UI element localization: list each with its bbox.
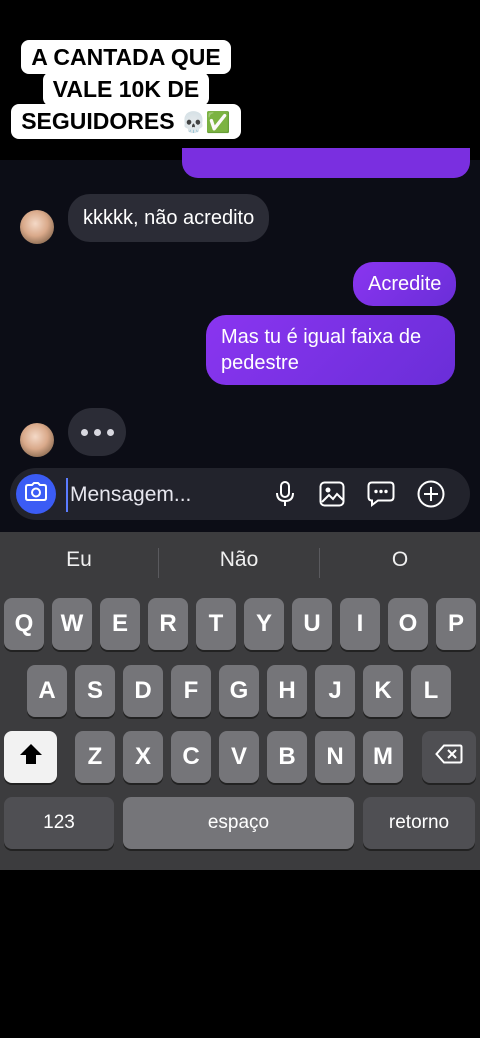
suggestion-bar: Eu Não O: [0, 532, 480, 592]
typing-indicator: [68, 408, 126, 456]
key-h[interactable]: H: [267, 665, 307, 717]
suggestion-2[interactable]: Não: [160, 548, 318, 572]
camera-button[interactable]: [16, 474, 56, 514]
key-u[interactable]: U: [292, 598, 332, 650]
backspace-icon: [435, 744, 463, 770]
key-d[interactable]: D: [123, 665, 163, 717]
suggestion-divider: [158, 548, 159, 578]
chat-thread[interactable]: kkkkk, não acredito Acredite Mas tu é ig…: [0, 148, 480, 532]
caption-emojis: 💀✅: [180, 110, 231, 134]
key-y[interactable]: Y: [244, 598, 284, 650]
suggestion-3[interactable]: O: [321, 548, 479, 572]
plus-icon[interactable]: [417, 480, 445, 508]
outgoing-message[interactable]: Mas tu é igual faixa de pedestre: [206, 315, 455, 385]
caption-line-3: SEGUIDORES 💀✅: [11, 104, 241, 139]
key-w[interactable]: W: [52, 598, 92, 650]
caption-line-1: A CANTADA QUE: [21, 40, 231, 74]
key-q[interactable]: Q: [4, 598, 44, 650]
key-f[interactable]: F: [171, 665, 211, 717]
video-caption: A CANTADA QUE VALE 10K DE SEGUIDORES 💀✅: [10, 40, 242, 139]
key-z[interactable]: Z: [75, 731, 115, 783]
outgoing-message[interactable]: Acredite: [353, 262, 457, 306]
key-s[interactable]: S: [75, 665, 115, 717]
key-k[interactable]: K: [363, 665, 403, 717]
key-i[interactable]: I: [340, 598, 380, 650]
key-x[interactable]: X: [123, 731, 163, 783]
camera-icon: [25, 481, 47, 507]
contact-avatar[interactable]: [20, 423, 54, 457]
contact-avatar[interactable]: [20, 210, 54, 244]
key-b[interactable]: B: [267, 731, 307, 783]
typing-dot: [80, 428, 88, 436]
space-key[interactable]: espaço: [123, 797, 354, 849]
key-v[interactable]: V: [219, 731, 259, 783]
incoming-message[interactable]: kkkkk, não acredito: [68, 194, 270, 242]
key-j[interactable]: J: [315, 665, 355, 717]
key-o[interactable]: O: [388, 598, 428, 650]
key-n[interactable]: N: [315, 731, 355, 783]
typing-dot: [93, 428, 101, 436]
key-g[interactable]: G: [219, 665, 259, 717]
numbers-key[interactable]: 123: [4, 797, 114, 849]
previous-outgoing-bubble: [182, 148, 470, 178]
message-composer: [10, 468, 470, 520]
bottom-black-area: [0, 870, 480, 1038]
return-key[interactable]: retorno: [363, 797, 475, 849]
sticker-icon[interactable]: [367, 480, 395, 508]
key-r[interactable]: R: [148, 598, 188, 650]
caption-line-3-text: SEGUIDORES: [21, 108, 175, 134]
shift-key[interactable]: [4, 731, 57, 783]
on-screen-keyboard: Eu Não O Q W E R T Y U I O P A S D F G H…: [0, 532, 480, 870]
typing-dot: [106, 428, 114, 436]
key-p[interactable]: P: [436, 598, 476, 650]
caption-line-2: VALE 10K DE: [42, 72, 210, 106]
backspace-key[interactable]: [422, 731, 476, 783]
suggestion-1[interactable]: Eu: [0, 548, 158, 572]
key-e[interactable]: E: [100, 598, 140, 650]
key-t[interactable]: T: [196, 598, 236, 650]
shift-icon: [19, 743, 43, 772]
key-l[interactable]: L: [411, 665, 451, 717]
gallery-icon[interactable]: [318, 480, 346, 508]
key-c[interactable]: C: [171, 731, 211, 783]
message-input[interactable]: [66, 478, 262, 512]
microphone-icon[interactable]: [271, 480, 299, 508]
key-a[interactable]: A: [27, 665, 67, 717]
key-m[interactable]: M: [363, 731, 403, 783]
suggestion-divider: [319, 548, 320, 578]
